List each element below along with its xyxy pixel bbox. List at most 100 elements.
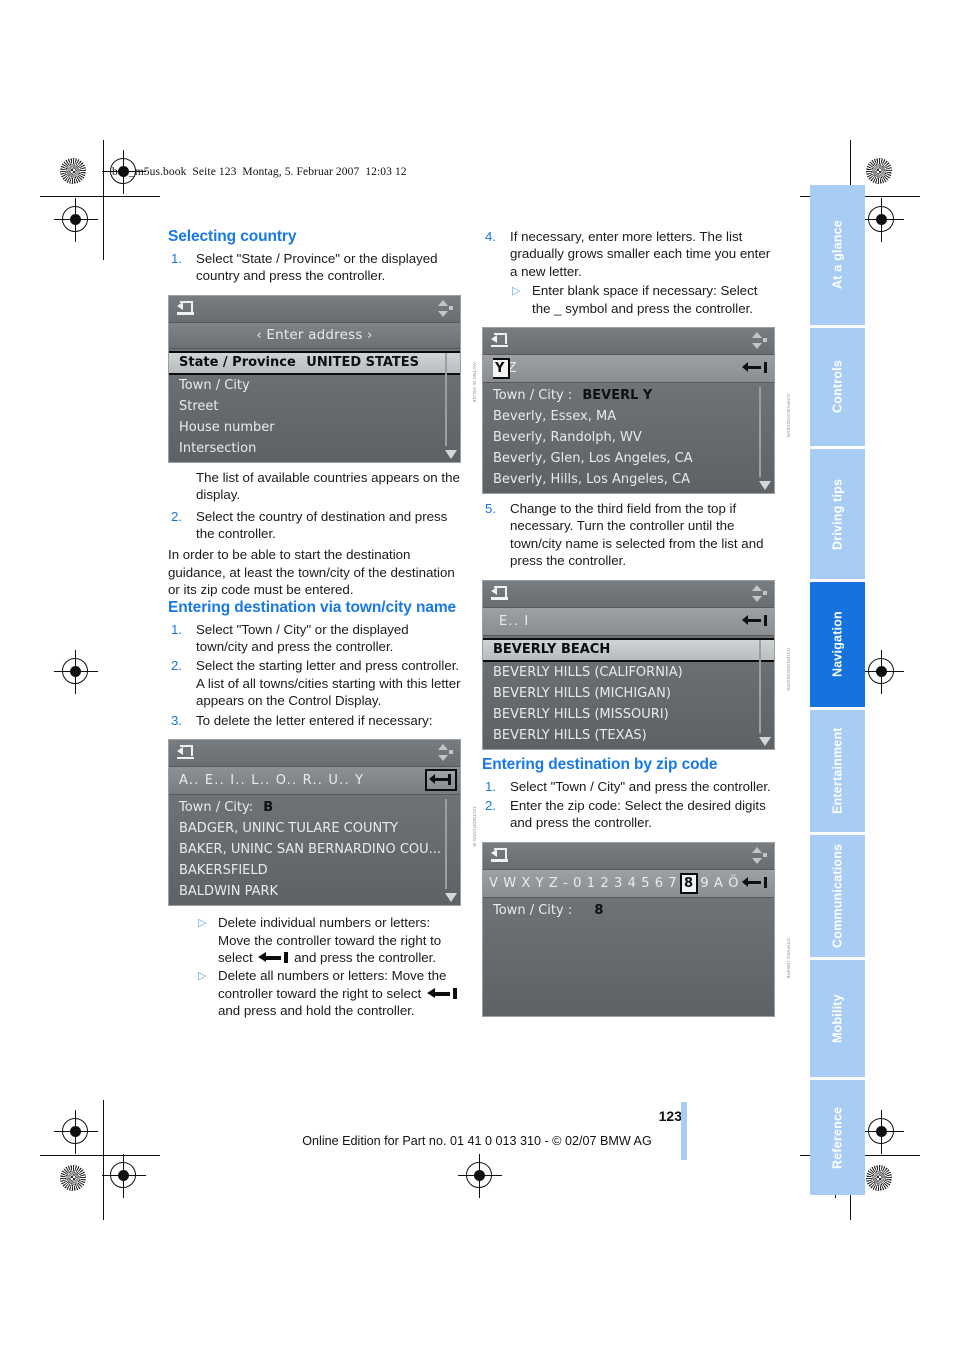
- digits-before[interactable]: V W X Y Z - 0 1 2 3 4 5 6 7: [489, 876, 682, 891]
- letter-track[interactable]: YZ: [493, 355, 736, 382]
- bullet-item: ▷ Enter blank space if necessary: Select…: [510, 282, 775, 317]
- letter-speller-bar[interactable]: YZ: [483, 355, 774, 384]
- list-item[interactable]: BEVERLY HILLS (TEXAS): [483, 725, 774, 746]
- backspace-arrow-icon: [258, 951, 289, 963]
- field-label: Town / City:: [179, 800, 254, 816]
- row-label: State / Province: [179, 354, 296, 370]
- tab-communications[interactable]: Communications: [810, 835, 865, 957]
- scroll-down-icon[interactable]: [759, 736, 771, 746]
- bullet-item: ▷ Delete individual numbers or letters: …: [196, 914, 461, 966]
- screen-title: ‹ Enter address ›: [169, 322, 460, 349]
- scroll-updown-icon: [749, 584, 767, 602]
- list-item[interactable]: BAKER, UNINC SAN BERNARDINO COU...: [169, 839, 460, 860]
- idrive-screenshot-beverly-hills-list: E.. I BEVERLY BEACH BEVERLY HILLS (CALIF…: [482, 579, 775, 750]
- reg-mark-bottom-mid: [458, 1154, 502, 1198]
- list-item[interactable]: BEVERLY HILLS (MISSOURI): [483, 704, 774, 725]
- tab-at-a-glance[interactable]: At a glance: [810, 185, 865, 325]
- blank-space-bullet: ▷ Enter blank space if necessary: Select…: [510, 282, 775, 317]
- list-item-selected[interactable]: State / Province UNITED STATES: [169, 350, 460, 375]
- note-destination-guidance: In order to be able to start the destina…: [168, 547, 455, 598]
- figure-code: AV/TN0.IE V5U4E: [472, 362, 477, 403]
- list-item-label: BEVERLY HILLS (CALIFORNIA): [493, 664, 683, 680]
- footer-text: Online Edition for Part no. 01 41 0 013 …: [302, 1134, 652, 1148]
- tab-mobility[interactable]: Mobility: [810, 960, 865, 1077]
- list-item[interactable]: BEVERLY HILLS (MICHIGAN): [483, 683, 774, 704]
- field-label: Town / City :: [493, 388, 573, 404]
- tab-navigation[interactable]: Navigation: [810, 582, 865, 707]
- list-item[interactable]: BEVERLY HILLS (CALIFORNIA): [483, 662, 774, 683]
- list-item[interactable]: Intersection: [169, 438, 460, 459]
- scroll-down-icon[interactable]: [445, 893, 457, 903]
- entry-field-row[interactable]: Town / City: B: [169, 797, 460, 818]
- list-item[interactable]: House number: [169, 417, 460, 438]
- screen-topbar: [483, 328, 774, 356]
- tab-controls[interactable]: Controls: [810, 328, 865, 446]
- digit-speller-bar[interactable]: V W X Y Z - 0 1 2 3 4 5 6 7 8 9 A Ö U Á: [483, 869, 774, 898]
- step-item: 1. Select "Town / City" or the displayed…: [168, 621, 461, 656]
- tab-entertainment[interactable]: Entertainment: [810, 710, 865, 832]
- delete-bullets: ▷ Delete individual numbers or letters: …: [196, 914, 461, 1019]
- scroll-updown-icon: [435, 299, 453, 317]
- bullet-text-post: and press and hold the controller.: [218, 1003, 415, 1019]
- list-item[interactable]: Beverly, Glen, Los Angeles, CA: [483, 448, 774, 469]
- back-arrow-icon: [177, 300, 194, 315]
- star-mark-bottom-left: [60, 1165, 86, 1191]
- scrollbar[interactable]: [445, 352, 456, 446]
- step-note: A list of all towns/cities starting with…: [196, 675, 461, 709]
- selected-digit[interactable]: 8: [680, 872, 698, 894]
- tab-driving-tips[interactable]: Driving tips: [810, 449, 865, 579]
- scroll-down-icon[interactable]: [759, 481, 771, 491]
- remaining-letters[interactable]: Z: [508, 361, 518, 376]
- list-item[interactable]: Town / City: [169, 375, 460, 396]
- screen-list: Town / City: B BADGER, UNINC TULARE COUN…: [169, 795, 460, 906]
- scroll-updown-icon: [749, 332, 767, 350]
- list-item[interactable]: BALDWIN PARK: [169, 881, 460, 902]
- step-item: 4. If necessary, enter more letters. The…: [482, 228, 775, 280]
- list-item[interactable]: Beverly, Essex, MA: [483, 406, 774, 427]
- list-item-selected[interactable]: BEVERLY BEACH: [483, 637, 774, 662]
- idrive-screenshot-town-letter-b: A.. E.. I.. L.. O.. R.. U.. Y Town / Cit…: [168, 739, 461, 907]
- list-item-label: Beverly, Essex, MA: [493, 409, 617, 425]
- row-value: UNITED STATES: [306, 354, 420, 370]
- entry-field-row[interactable]: Town / City : 8: [483, 900, 774, 921]
- backspace-key[interactable]: [741, 610, 769, 632]
- list-item[interactable]: BADGER, UNINC TULARE COUNTY: [169, 818, 460, 839]
- digit-track[interactable]: V W X Y Z - 0 1 2 3 4 5 6 7 8 9 A Ö U Á: [489, 870, 740, 897]
- digits-after[interactable]: 9 A Ö U Á: [696, 876, 740, 891]
- back-arrow-icon: [491, 585, 508, 600]
- letter-speller-bar[interactable]: A.. E.. I.. L.. O.. R.. U.. Y: [169, 767, 460, 796]
- list-item-label: Beverly, Glen, Los Angeles, CA: [493, 451, 693, 467]
- letter-track[interactable]: E.. I: [493, 608, 736, 635]
- backspace-key[interactable]: [741, 872, 769, 894]
- step-text: To delete the letter entered if necessar…: [196, 712, 433, 728]
- bullet-text-pre: Delete all numbers or letters: Move the …: [218, 968, 447, 1001]
- list-item[interactable]: Beverly, Randolph, WV: [483, 427, 774, 448]
- list-item[interactable]: Beverly, Hills, Los Angeles, CA: [483, 469, 774, 490]
- backspace-key[interactable]: [741, 357, 769, 379]
- step-number: 2.: [171, 508, 183, 524]
- letter-track[interactable]: A.. E.. I.. L.. O.. R.. U.. Y: [179, 767, 422, 794]
- list-item[interactable]: BAKERSFIELD: [169, 860, 460, 881]
- step-text: Change to the third field from the top i…: [510, 501, 764, 569]
- entry-field-row[interactable]: Town / City : BEVERL Y: [483, 385, 774, 406]
- scroll-updown-icon: [435, 744, 453, 762]
- scrollbar[interactable]: [759, 387, 770, 478]
- list-item[interactable]: Street: [169, 396, 460, 417]
- step-item: 2. Enter the zip code: Select the desire…: [482, 797, 775, 832]
- reg-mark-top-right: [860, 198, 904, 242]
- scrollbar[interactable]: [759, 639, 770, 733]
- letter-speller-bar[interactable]: E.. I: [483, 607, 774, 636]
- selected-letter[interactable]: Y: [493, 358, 510, 380]
- scrollbar[interactable]: [445, 799, 456, 890]
- tab-label: Navigation: [830, 611, 845, 678]
- backspace-key[interactable]: [425, 769, 457, 792]
- page-number: 123: [658, 1108, 682, 1124]
- screenshot-2-wrap: A.. E.. I.. L.. O.. R.. U.. Y Town / Cit…: [168, 739, 477, 907]
- scroll-down-icon[interactable]: [445, 449, 457, 459]
- star-mark-top-left: [60, 158, 86, 184]
- reg-mark-left-mid: [54, 650, 98, 694]
- crop-line-tl-v: [103, 140, 104, 260]
- step-text: Enter the zip code: Select the desired d…: [510, 798, 766, 831]
- figure-code: JOITWOP1NV0.IE: [472, 805, 477, 848]
- steps-town-city: 1. Select "Town / City" or the displayed…: [168, 621, 461, 729]
